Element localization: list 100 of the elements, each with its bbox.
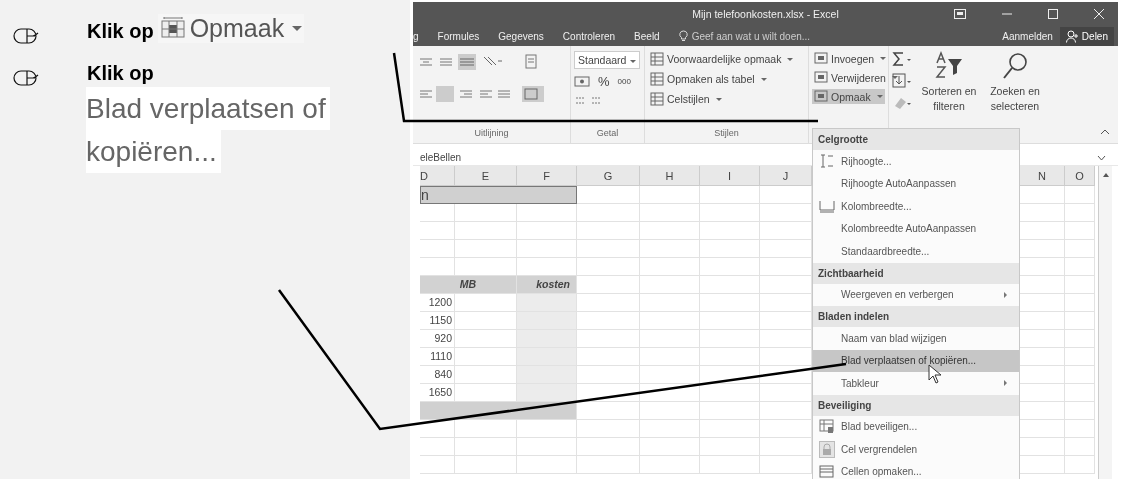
menu-item[interactable]: Blad beveiligen... (813, 415, 1019, 438)
menu-item[interactable]: Cellen opmaken... (813, 460, 1019, 479)
tell-me-field[interactable]: Geef aan wat u wilt doen... (691, 30, 811, 42)
format-cells-icon (819, 464, 835, 479)
column-header[interactable]: G (577, 166, 640, 186)
ribbon-tab[interactable]: Gegevens (498, 30, 544, 42)
table-cell: 1200 (420, 294, 455, 312)
table-cell (455, 240, 517, 258)
cells-button[interactable]: Opmaak (812, 89, 885, 104)
table-cell (640, 348, 700, 366)
table-cell (1065, 330, 1095, 348)
table-cell (420, 240, 455, 258)
menu-item[interactable]: Rijhoogte AutoAanpassen (813, 172, 1019, 195)
table-cell (577, 294, 640, 312)
column-header[interactable]: D (420, 166, 455, 186)
table-cell (1065, 294, 1095, 312)
cells-icon (814, 71, 829, 84)
format-button-image: Opmaak (157, 14, 305, 43)
table-cell: 1150 (420, 312, 455, 330)
sign-in-link[interactable]: Aanmelden (1002, 30, 1053, 42)
table-cell (640, 204, 700, 222)
table-cell (640, 438, 700, 456)
column-header[interactable]: N (1020, 166, 1065, 186)
person-icon (1065, 29, 1079, 43)
ribbon-tab[interactable]: g (413, 30, 419, 42)
column-header[interactable]: J (760, 166, 812, 186)
ribbon-tab[interactable]: Formules (437, 30, 480, 42)
menu-item[interactable]: Kolombreedte... (813, 195, 1019, 218)
table-cell (517, 456, 577, 474)
table-cell (1065, 276, 1095, 294)
table-cell (1065, 438, 1095, 456)
cells-button[interactable]: Invoegen (812, 51, 889, 66)
title-cell: n (420, 186, 577, 204)
table-cell (577, 438, 640, 456)
table-cell (455, 438, 517, 456)
table-cell (700, 330, 760, 348)
table-cell (1065, 312, 1095, 330)
table-cell (640, 258, 700, 276)
column-header[interactable]: I (700, 166, 760, 186)
instruction-text: Klik op (87, 20, 154, 43)
ribbon-tab[interactable]: Controleren (562, 30, 616, 42)
lightbulb-icon (678, 30, 688, 42)
menu-item[interactable]: Blad verplaatsen of kopiëren... (813, 349, 1019, 372)
formula-bar-value[interactable]: eleBellen (420, 152, 462, 163)
cells-button[interactable]: Verwijderen (812, 70, 900, 85)
share-button[interactable]: Delen (1059, 26, 1114, 46)
menu-item[interactable]: Rijhoogte... (813, 150, 1019, 173)
expand-formula-icon[interactable] (1097, 154, 1106, 161)
scroll-up-icon[interactable] (1101, 172, 1110, 178)
table-cell (640, 420, 700, 438)
table-header-cell: MB (420, 276, 517, 294)
vertical-scrollbar[interactable] (1098, 166, 1112, 479)
column-header[interactable]: F (517, 166, 577, 186)
ribbon-tab[interactable]: Beeld (634, 30, 660, 42)
menu-item[interactable]: Cel vergrendelen (813, 438, 1019, 461)
menu-item[interactable]: Standaardbreedte... (813, 240, 1019, 263)
table-cell (455, 204, 517, 222)
table-cell (700, 402, 760, 420)
number-format-dropdown[interactable]: Standaard (574, 51, 641, 69)
table-cell (700, 294, 760, 312)
table-cell (577, 186, 640, 204)
table-cell (1065, 204, 1095, 222)
group-label: Stijlen (713, 128, 740, 138)
window-title: Mijn telefoonkosten.xlsx - Excel (692, 8, 839, 20)
mouse-icon (13, 70, 39, 86)
percent-button[interactable]: % (596, 73, 612, 90)
maximize-icon[interactable] (1048, 9, 1058, 19)
thousands-button[interactable]: 000 (615, 76, 633, 87)
menu-item[interactable]: Weergeven en verbergen (813, 283, 1019, 306)
table-style-icon (650, 72, 665, 86)
table-cell (577, 222, 640, 240)
table-cell (1065, 402, 1095, 420)
table-cell (1065, 384, 1095, 402)
menu-section-header: Bladen indelen (813, 306, 1019, 327)
table-cell (700, 312, 760, 330)
protect-sheet-icon (819, 419, 835, 435)
menu-item[interactable]: Tabkleur (813, 372, 1019, 395)
table-cell (517, 348, 577, 366)
close-icon[interactable] (1094, 9, 1104, 19)
table-cell (577, 204, 640, 222)
table-style-icon (650, 52, 665, 66)
find-select-button[interactable]: Zoeken en selecteren (984, 51, 1046, 114)
table-cell (517, 366, 577, 384)
menu-item[interactable]: Kolombreedte AutoAanpassen (813, 217, 1019, 240)
table-cell (455, 420, 517, 438)
menu-item-image-text: Blad verplaatsen of (86, 87, 330, 130)
menu-item[interactable]: Naam van blad wijzigen (813, 327, 1019, 350)
table-cell (577, 456, 640, 474)
table-cell: 1110 (420, 348, 455, 366)
column-header[interactable]: H (640, 166, 700, 186)
menu-section-header: Celgrootte (813, 129, 1019, 150)
styles-button[interactable]: Voorwaardelijke opmaak (648, 51, 796, 67)
styles-button[interactable]: Celstijlen (648, 91, 724, 107)
column-header[interactable]: O (1065, 166, 1095, 186)
column-header[interactable]: E (455, 166, 517, 186)
table-cell (1065, 420, 1095, 438)
styles-button[interactable]: Opmaken als tabel (648, 71, 769, 87)
sort-filter-button[interactable]: Sorteren en filteren (918, 51, 980, 114)
ribbon-display-icon[interactable] (954, 9, 966, 19)
collapse-ribbon-icon[interactable] (1100, 129, 1110, 135)
